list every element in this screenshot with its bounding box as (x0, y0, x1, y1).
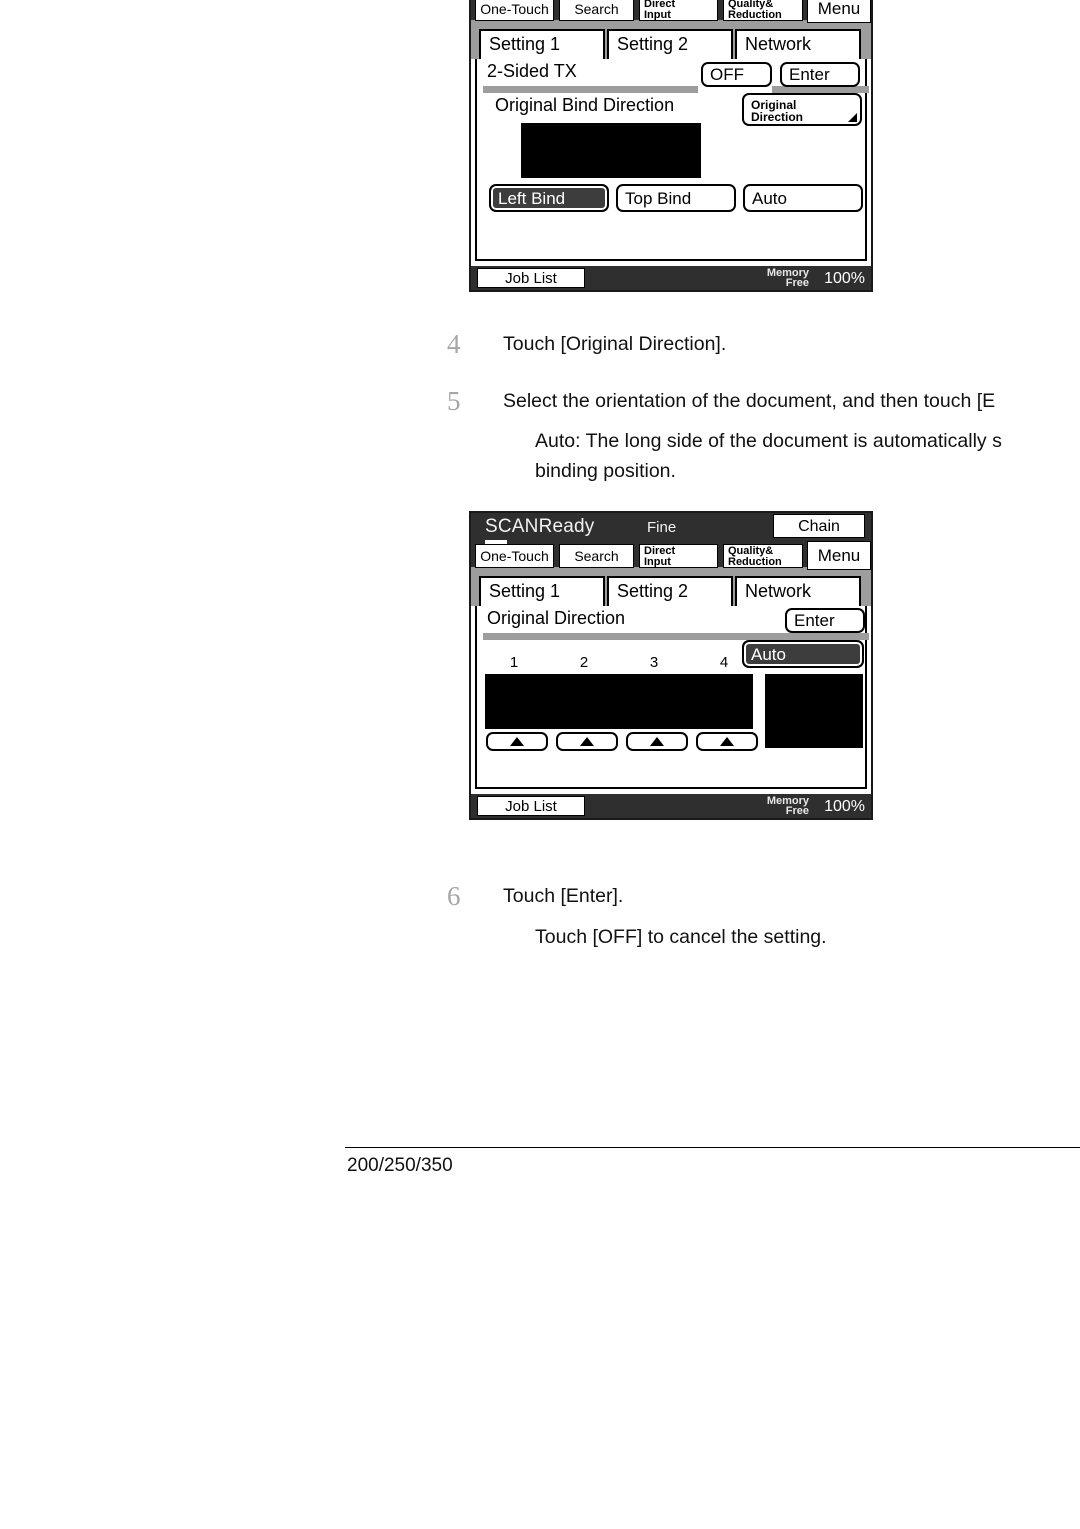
job-list-button-2[interactable]: Job List (477, 796, 585, 816)
one-touch-button-2[interactable]: One-Touch (475, 544, 554, 568)
tab-row: Setting 1 Setting 2 Network (471, 27, 871, 59)
orientation-preview-thumb (765, 674, 863, 748)
step-5-number: 5 (447, 386, 461, 416)
direct-input-2-line2: Input (644, 556, 671, 568)
section-title-original-direction: Original Direction (487, 608, 626, 628)
menu-button-2[interactable]: Menu (807, 541, 871, 570)
lcd-header: SCANReady Fine Chain One-Touch Search Di… (471, 0, 871, 23)
lcd-footer: Job List Memory Free 100% (471, 266, 871, 290)
menu-button[interactable]: Menu (807, 0, 871, 23)
search-button[interactable]: Search (559, 0, 634, 21)
auto-bind-button[interactable]: Auto (743, 184, 863, 212)
section-underline-2 (483, 633, 869, 640)
job-list-button[interactable]: Job List (477, 268, 585, 288)
tab-network-2[interactable]: Network (735, 576, 861, 606)
orientation-arrow-button-2[interactable] (556, 732, 618, 751)
orientation-arrow-button-3[interactable] (626, 732, 688, 751)
orientation-preview-strip (485, 674, 753, 729)
section-underline-right (772, 86, 869, 93)
lcd-panel-bind-direction: SCANReady Fine Chain One-Touch Search Di… (469, 0, 873, 292)
chain-button-2[interactable]: Chain (773, 514, 865, 538)
up-triangle-icon (720, 737, 734, 746)
off-button[interactable]: OFF (701, 62, 772, 87)
memory-line2: Free (785, 277, 809, 289)
original-direction-dropdown-button[interactable]: Original Direction (742, 93, 862, 126)
function-button-row: One-Touch Search Direct Input Quality& R… (471, 0, 871, 23)
step-4-number: 4 (447, 329, 461, 359)
orig-dir-line2: Direction (751, 110, 804, 124)
bind-direction-preview-image (521, 123, 701, 178)
step-5-sub-line-2: binding position. (535, 460, 676, 482)
memory-percent-2: 100% (824, 798, 865, 815)
tab-setting-2-2[interactable]: Setting 2 (607, 576, 733, 606)
tab-network[interactable]: Network (735, 29, 861, 59)
tab-setting-1[interactable]: Setting 1 (479, 29, 605, 59)
resolution-mode-2: Fine (647, 519, 677, 536)
quality-reduction-button-2[interactable]: Quality& Reduction (723, 544, 803, 568)
step-5-sub-line-1: Auto: The long side of the document is a… (535, 430, 1002, 452)
memory-free-label: Memory Free (767, 268, 809, 289)
orientation-arrow-button-4[interactable] (696, 732, 758, 751)
orientation-number-1: 1 (509, 654, 519, 671)
up-triangle-icon (580, 737, 594, 746)
chevron-corner-icon (848, 113, 857, 122)
direct-input-line2: Input (644, 9, 671, 21)
step-5-text: Select the orientation of the document, … (503, 390, 996, 412)
orientation-number-4: 4 (719, 654, 729, 671)
footer-divider (345, 1147, 1080, 1148)
tab-setting-1-2[interactable]: Setting 1 (479, 576, 605, 606)
direct-input-button[interactable]: Direct Input (639, 0, 718, 21)
top-bind-button[interactable]: Top Bind (616, 184, 736, 212)
memory-percent: 100% (824, 270, 865, 287)
quality-reduction-button[interactable]: Quality& Reduction (723, 0, 803, 21)
orientation-number-2: 2 (579, 654, 589, 671)
function-button-row-2: One-Touch Search Direct Input Quality& R… (471, 541, 871, 570)
step-6-text: Touch [Enter]. (503, 885, 624, 907)
panel-body-2: Original Direction Enter Auto 1 2 3 4 (475, 606, 869, 789)
footer-model-numbers: 200/250/350 (347, 1155, 453, 1176)
enter-button-2[interactable]: Enter (785, 608, 865, 633)
memory-2-line2: Free (785, 805, 809, 817)
original-bind-direction-label: Original Bind Direction (495, 95, 675, 115)
direct-input-button-2[interactable]: Direct Input (639, 544, 718, 568)
tab-setting-2[interactable]: Setting 2 (607, 29, 733, 59)
memory-free-label-2: Memory Free (767, 796, 809, 817)
quality-2-line2: Reduction (728, 556, 782, 568)
one-touch-button[interactable]: One-Touch (475, 0, 554, 21)
tab-row-2: Setting 1 Setting 2 Network (471, 574, 871, 606)
search-button-2[interactable]: Search (559, 544, 634, 568)
left-bind-button[interactable]: Left Bind (489, 184, 609, 212)
up-triangle-icon (650, 737, 664, 746)
lcd-footer-2: Job List Memory Free 100% (471, 794, 871, 818)
auto-direction-button[interactable]: Auto (742, 640, 864, 668)
orientation-number-3: 3 (649, 654, 659, 671)
section-underline (483, 86, 698, 93)
quality-line2: Reduction (728, 9, 782, 21)
lcd-panel-original-direction: SCANReady Fine Chain One-Touch Search Di… (469, 511, 873, 820)
orientation-arrow-button-1[interactable] (486, 732, 548, 751)
status-title-2: SCANReady (485, 516, 595, 537)
up-triangle-icon (510, 737, 524, 746)
lcd-header-2: SCANReady Fine Chain One-Touch Search Di… (471, 513, 871, 570)
step-4-text: Touch [Original Direction]. (503, 333, 727, 355)
step-6-number: 6 (447, 881, 461, 911)
step-6-sub-line-1: Touch [OFF] to cancel the setting. (535, 926, 827, 948)
enter-button[interactable]: Enter (780, 62, 860, 87)
panel-body: 2-Sided TX OFF Enter Original Bind Direc… (475, 59, 869, 261)
section-title-2sided-tx: 2-Sided TX (487, 61, 577, 81)
